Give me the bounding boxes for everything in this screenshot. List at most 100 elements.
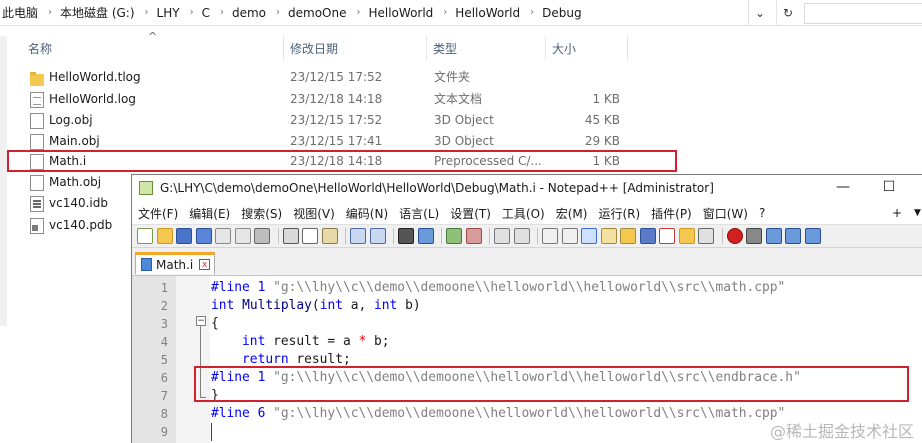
refresh-button[interactable]: ↻: [776, 0, 799, 25]
breadcrumb-item[interactable]: C: [200, 6, 214, 20]
document-map-icon[interactable]: [620, 228, 636, 244]
menu-item[interactable]: 视图(V): [287, 205, 340, 222]
file-name-cell[interactable]: HelloWorld.tlog: [30, 67, 141, 88]
print-icon[interactable]: [254, 228, 270, 244]
file-row[interactable]: Log.obj 23/12/15 17:52 3D Object 45 KB: [28, 110, 628, 131]
text-cursor: [211, 423, 212, 441]
file-name-cell[interactable]: Main.obj: [30, 131, 100, 152]
breadcrumb-item[interactable]: LHY: [155, 6, 184, 20]
zoom-in-icon[interactable]: [446, 228, 462, 244]
tab-math-i[interactable]: Math.i x: [135, 252, 215, 274]
close-tab-icon[interactable]: x: [199, 259, 211, 270]
menu-item[interactable]: 文件(F): [132, 205, 183, 222]
breadcrumb-separator-icon[interactable]: ›: [350, 7, 366, 18]
breadcrumb-separator-icon[interactable]: ›: [524, 7, 540, 18]
menu-item[interactable]: 设置(T): [444, 205, 496, 222]
code-line[interactable]: 3{: [132, 315, 922, 333]
paste-icon[interactable]: [321, 228, 338, 244]
stop-macro-icon[interactable]: [746, 228, 762, 244]
breadcrumb-item[interactable]: Debug: [540, 6, 585, 20]
breadcrumb[interactable]: 此电脑 › 本地磁盘 (G:) › LHY › C › demo › demoOne › HelloWo…: [0, 0, 770, 25]
file-row[interactable]: HelloWorld.log 23/12/18 14:18 文本文档 1 KB: [28, 89, 628, 110]
menu-plus-button[interactable]: +: [892, 202, 902, 224]
menu-item[interactable]: 工具(O): [496, 205, 550, 222]
indent-guide-icon[interactable]: [581, 228, 597, 244]
play-macro-icon[interactable]: [765, 228, 782, 244]
highlight-box-line-6: [194, 366, 909, 402]
breadcrumb-separator-icon[interactable]: ›: [437, 7, 453, 18]
menu-item[interactable]: 宏(M): [550, 205, 593, 222]
show-all-characters-icon[interactable]: [561, 228, 578, 244]
save-all-icon[interactable]: [195, 228, 212, 244]
cut-icon[interactable]: [282, 228, 299, 244]
breadcrumb-item[interactable]: demoOne: [286, 6, 350, 20]
code-line[interactable]: 2 int Multiplay(int a, int b): [132, 297, 922, 315]
file-name: Math.obj: [49, 175, 102, 189]
title-bar[interactable]: G:\LHY\C\demo\demoOne\HelloWorld\HelloWo…: [132, 175, 922, 202]
monitoring-icon[interactable]: [698, 228, 714, 244]
column-header-type[interactable]: 类型: [427, 36, 546, 60]
column-header-name[interactable]: 名称: [22, 36, 284, 60]
menu-item[interactable]: 编辑(E): [183, 205, 235, 222]
file-name-cell[interactable]: Log.obj: [30, 110, 93, 131]
address-bar[interactable]: 此电脑 › 本地磁盘 (G:) › LHY › C › demo › demoOne › HelloWo…: [0, 0, 922, 26]
save-icon[interactable]: [176, 228, 192, 244]
close-file-icon[interactable]: [215, 228, 231, 244]
search-box[interactable]: [804, 3, 922, 24]
breadcrumb-item[interactable]: HelloWorld: [366, 6, 437, 20]
open-file-icon[interactable]: [156, 228, 173, 244]
find-icon[interactable]: [398, 228, 414, 244]
column-header-date[interactable]: 修改日期: [284, 36, 427, 60]
address-dropdown-button[interactable]: ⌄: [748, 0, 771, 25]
menu-item[interactable]: 编码(N): [340, 205, 393, 222]
breadcrumb-item[interactable]: HelloWorld: [453, 6, 524, 20]
zoom-out-icon[interactable]: [465, 228, 482, 244]
sync-horizontal-icon[interactable]: [513, 228, 530, 244]
file-row[interactable]: HelloWorld.tlog 23/12/15 17:52 文件夹: [28, 67, 628, 88]
breadcrumb-item[interactable]: 本地磁盘 (G:): [58, 4, 139, 21]
file-type: 3D Object: [434, 134, 494, 148]
menu-dropdown-button[interactable]: ▼: [914, 202, 921, 224]
file-name-cell[interactable]: vc140.pdb: [30, 215, 112, 236]
breadcrumb-item[interactable]: 此电脑: [0, 4, 42, 21]
breadcrumb-item[interactable]: demo: [230, 6, 270, 20]
user-language-icon[interactable]: [600, 228, 617, 244]
maximize-button[interactable]: ☐: [866, 175, 912, 202]
menu-item[interactable]: ?: [753, 206, 770, 220]
menu-item[interactable]: 窗口(W): [697, 205, 753, 222]
menu-item[interactable]: 搜索(S): [235, 205, 287, 222]
menu-item[interactable]: 运行(R): [592, 205, 645, 222]
breadcrumb-separator-icon[interactable]: ›: [139, 7, 155, 18]
replace-icon[interactable]: [417, 228, 434, 244]
column-header-size[interactable]: 大小: [546, 36, 628, 60]
fold-collapse-icon[interactable]: −: [196, 316, 206, 326]
function-list-icon[interactable]: [639, 228, 656, 244]
folder-as-workspace-icon[interactable]: [659, 228, 675, 244]
code-line[interactable]: 1 #line 1 "g:\\lhy\\c\\demo\\demoone\\hel…: [132, 279, 922, 297]
file-name-cell[interactable]: vc140.idb: [30, 193, 108, 214]
save-macro-icon[interactable]: [804, 228, 821, 244]
sync-vertical-icon[interactable]: [494, 228, 510, 244]
new-file-icon[interactable]: [137, 228, 153, 244]
menu-item[interactable]: 插件(P): [645, 205, 697, 222]
word-wrap-icon[interactable]: [542, 228, 558, 244]
project-folder-icon[interactable]: [678, 228, 695, 244]
record-macro-icon[interactable]: [726, 228, 743, 244]
redo-icon[interactable]: [369, 228, 386, 244]
file-name-cell[interactable]: Math.obj: [30, 172, 101, 193]
breadcrumb-separator-icon[interactable]: ›: [270, 7, 286, 18]
file-row[interactable]: Main.obj 23/12/15 17:41 3D Object 29 KB: [28, 131, 628, 152]
breadcrumb-separator-icon[interactable]: ›: [42, 7, 58, 18]
minimize-button[interactable]: —: [820, 175, 866, 202]
file-name-cell[interactable]: HelloWorld.log: [30, 89, 136, 110]
menu-item[interactable]: 语言(L): [393, 205, 444, 222]
close-all-icon[interactable]: [234, 228, 251, 244]
breadcrumb-separator-icon[interactable]: ›: [214, 7, 230, 18]
line-number: 2: [160, 299, 168, 313]
code-line[interactable]: 4 int result = a * b;: [132, 333, 922, 351]
run-macro-multiple-icon[interactable]: [785, 228, 801, 244]
copy-icon[interactable]: [302, 228, 318, 244]
undo-icon[interactable]: [350, 228, 366, 244]
breadcrumb-separator-icon[interactable]: ›: [184, 7, 200, 18]
code-text: int Multiplay(int a, int b): [211, 298, 421, 313]
